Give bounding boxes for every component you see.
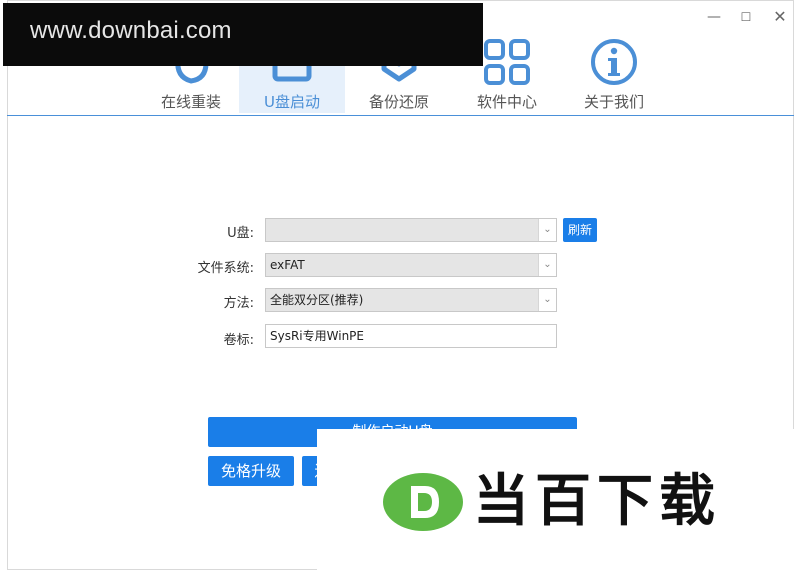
- close-button[interactable]: ✕: [768, 7, 792, 27]
- watermark-banner: www.downbai.com: [3, 3, 483, 66]
- filesystem-select-value: exFAT: [270, 258, 305, 272]
- tab-label: 备份还原: [368, 93, 429, 111]
- tab-about-us[interactable]: 关于我们: [561, 31, 667, 113]
- chevron-down-icon: ⌄: [538, 289, 556, 311]
- tab-label: 软件中心: [476, 93, 537, 111]
- filesystem-label: 文件系统:: [197, 261, 254, 276]
- chevron-down-icon: ⌄: [538, 219, 556, 241]
- tab-label: U盘启动: [264, 93, 320, 111]
- nav-divider: [7, 115, 794, 116]
- refresh-button[interactable]: 刷新: [563, 218, 597, 242]
- grid-apps-icon: [484, 39, 530, 85]
- method-select[interactable]: 全能双分区(推荐) ⌄: [265, 288, 557, 312]
- watermark-logo-block: 当百下载: [317, 429, 800, 576]
- chevron-down-icon: ⌄: [538, 254, 556, 276]
- filesystem-select[interactable]: exFAT ⌄: [265, 253, 557, 277]
- upgrade-button[interactable]: 免格升级: [208, 456, 294, 486]
- method-label: 方法:: [223, 296, 254, 311]
- volume-label: 卷标:: [223, 333, 254, 348]
- tab-label: 关于我们: [583, 93, 644, 111]
- tab-label: 在线重装: [160, 93, 221, 111]
- info-icon: [591, 39, 637, 85]
- watermark-text: www.downbai.com: [30, 17, 232, 44]
- method-select-value: 全能双分区(推荐): [270, 293, 364, 307]
- usb-label: U盘:: [227, 226, 254, 241]
- downbai-logo-icon: [383, 473, 463, 531]
- minimize-button[interactable]: —: [702, 7, 726, 27]
- usb-select[interactable]: ⌄: [265, 218, 557, 242]
- maximize-button[interactable]: ☐: [734, 7, 758, 27]
- volume-input[interactable]: SysRi专用WinPE: [265, 324, 557, 348]
- watermark-brand-text: 当百下载: [473, 469, 721, 534]
